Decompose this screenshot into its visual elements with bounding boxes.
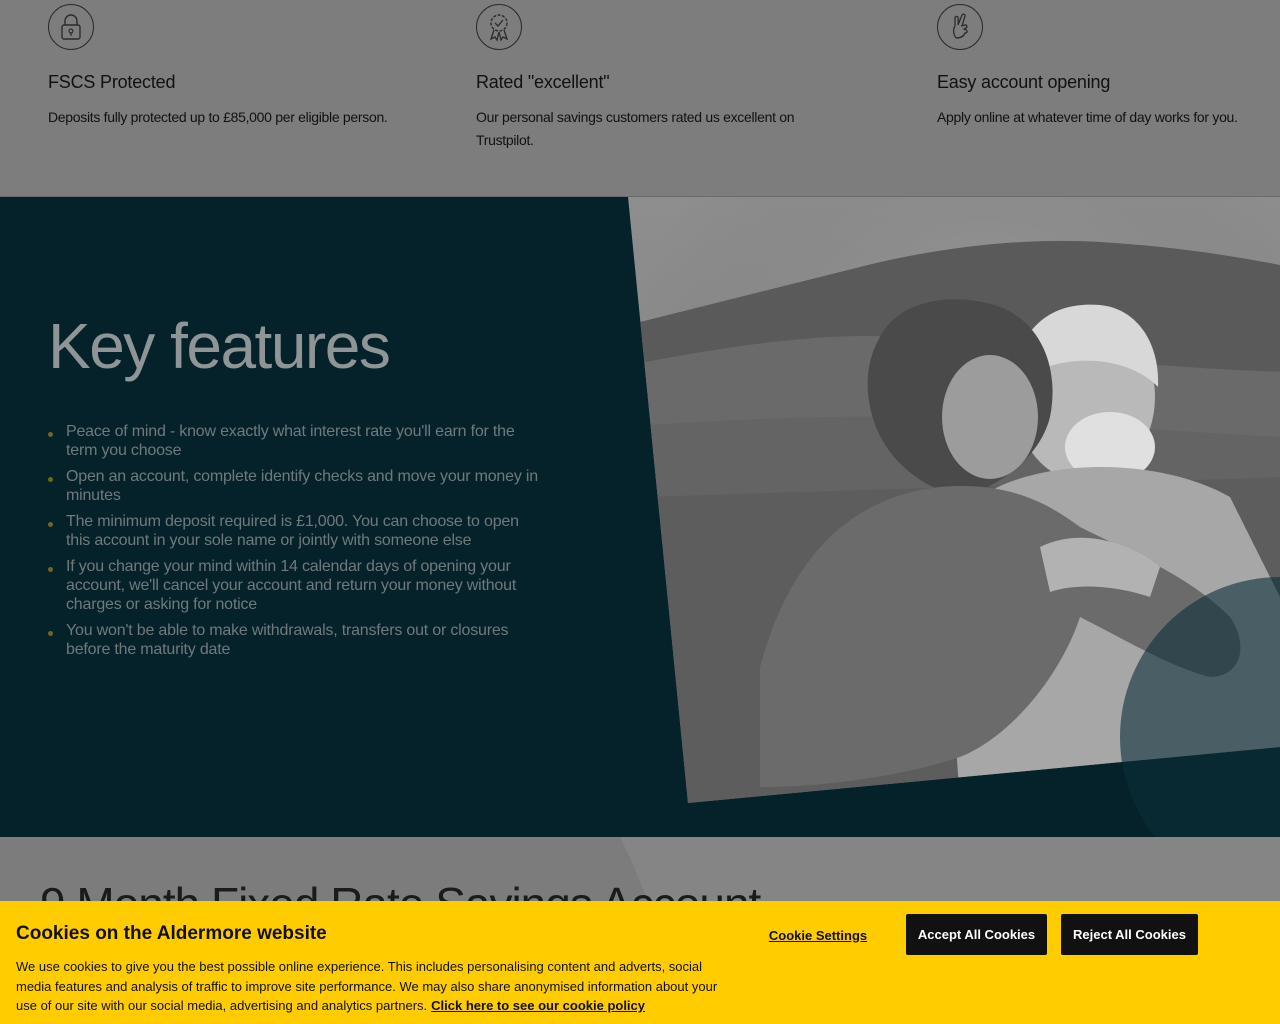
benefit-rated: Rated "excellent" Our personal savings c… (476, 4, 795, 148)
key-features-heading: Key features (48, 310, 391, 382)
fingers-crossed-icon (937, 4, 983, 50)
cookie-banner-title: Cookies on the Aldermore website (16, 923, 327, 944)
cookie-banner-text: We use cookies to give you the best poss… (16, 957, 736, 1016)
list-item: Open an account, complete identify check… (48, 467, 538, 505)
accept-all-cookies-button[interactable]: Accept All Cookies (906, 914, 1047, 955)
padlock-icon (48, 4, 94, 50)
benefit-title: FSCS Protected (48, 72, 176, 92)
benefit-title: Easy account opening (937, 72, 1111, 92)
cookie-banner: Cookies on the Aldermore website We use … (0, 901, 1280, 1024)
list-item: Peace of mind - know exactly what intere… (48, 422, 538, 460)
benefits-strip: FSCS Protected Deposits fully protected … (0, 0, 1280, 197)
key-features-section: Key features Peace of mind - know exactl… (0, 197, 1280, 837)
cookie-policy-link[interactable]: Click here to see our cookie policy (431, 998, 645, 1013)
benefit-text: Deposits fully protected up to £85,000 p… (48, 109, 388, 125)
benefit-fscs: FSCS Protected Deposits fully protected … (48, 4, 388, 125)
key-features-list: Peace of mind - know exactly what intere… (48, 422, 538, 666)
benefit-text: Our personal savings customers rated us … (476, 109, 795, 148)
benefit-easy-opening: Easy account opening Apply online at wha… (937, 4, 1238, 125)
award-rosette-icon (476, 4, 522, 50)
list-item: The minimum deposit required is £1,000. … (48, 512, 538, 550)
cookie-settings-button[interactable]: Cookie Settings (760, 923, 876, 947)
benefit-text: Apply online at whatever time of day wor… (937, 109, 1238, 125)
list-item: If you change your mind within 14 calend… (48, 557, 538, 614)
reject-all-cookies-button[interactable]: Reject All Cookies (1061, 914, 1198, 955)
list-item: You won't be able to make withdrawals, t… (48, 621, 538, 659)
benefit-title: Rated "excellent" (476, 72, 610, 92)
